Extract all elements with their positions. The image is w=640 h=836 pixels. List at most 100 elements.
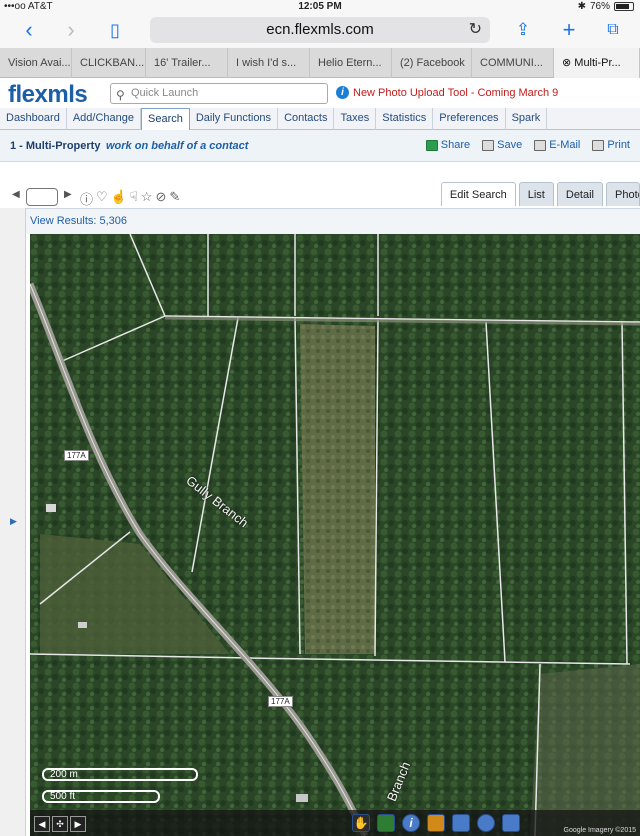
clearing-area — [300, 324, 375, 654]
prev-record-icon[interactable]: ◀ — [12, 189, 20, 200]
favorite-icon[interactable]: ♡ — [96, 189, 108, 208]
menu-taxes[interactable]: Taxes — [334, 108, 377, 130]
print-label: Print — [607, 139, 630, 151]
save-button[interactable]: Save — [482, 139, 522, 151]
search-subheader: 1 - Multi-Property work on behalf of a c… — [0, 130, 640, 162]
menu-daily-functions[interactable]: Daily Functions — [190, 108, 279, 130]
building — [46, 504, 56, 512]
save-icon — [482, 139, 495, 151]
browser-tab[interactable]: Vision Avai... — [0, 48, 72, 78]
tab-edit-search[interactable]: Edit Search — [440, 182, 516, 206]
search-title: 1 - Multi-Property — [10, 140, 101, 152]
record-number-input[interactable] — [26, 188, 58, 206]
back-button[interactable]: ‹ — [16, 18, 42, 44]
action-links: Share Save E-Mail Print — [425, 139, 630, 151]
menu-contacts[interactable]: Contacts — [278, 108, 335, 130]
draw-line-icon[interactable] — [427, 814, 445, 832]
tab-detail[interactable]: Detail — [556, 182, 603, 206]
next-record-icon[interactable]: ▶ — [64, 189, 72, 200]
flexmls-logo[interactable]: flexmls — [8, 81, 88, 109]
menu-preferences[interactable]: Preferences — [433, 108, 506, 130]
address-bar[interactable]: ecn.flexmls.com ↻ — [150, 17, 490, 43]
sidebar-collapsed: ▶ — [0, 208, 26, 836]
share-label: Share — [440, 139, 471, 151]
quick-launch-placeholder: Quick Launch — [131, 87, 199, 99]
star-icon[interactable]: ☆ — [141, 189, 153, 208]
road-label: 177A — [268, 696, 293, 707]
browser-tab[interactable]: COMMUNI... — [472, 48, 554, 78]
menu-dashboard[interactable]: Dashboard — [0, 108, 67, 130]
announcement[interactable]: i New Photo Upload Tool - Coming March 9 — [336, 86, 558, 99]
building — [78, 622, 87, 628]
edit-icon[interactable]: ✎ — [169, 189, 180, 208]
thumbs-down-icon[interactable]: ☟ — [130, 189, 138, 208]
menu-statistics[interactable]: Statistics — [376, 108, 434, 130]
browser-tab[interactable]: CLICKBAN... — [72, 48, 146, 78]
clock: 12:05 PM — [298, 1, 342, 12]
expand-sidebar-icon[interactable]: ▶ — [10, 516, 17, 527]
active-tab-label: Multi-Pr... — [574, 57, 621, 69]
result-controls: ◀ ▶ ⓘ ♡ ☝ ☟ ☆ ⊘ ✎ Edit Search List Detai… — [0, 180, 640, 208]
map-toolbar: ◀ ✣ ▶ ✋ i Google Imagery ©2015 — [30, 810, 640, 836]
map-info-icon[interactable]: i — [402, 814, 420, 832]
menu-spark[interactable]: Spark — [506, 108, 548, 130]
browser-tab[interactable]: 16' Trailer... — [146, 48, 228, 78]
tab-photo[interactable]: Photo — [606, 182, 640, 206]
menu-search[interactable]: Search — [141, 108, 190, 130]
results-bar: View Results: 5,306 — [0, 208, 640, 234]
view-tabs: Edit Search List Detail Photo — [440, 182, 640, 206]
save-label: Save — [497, 139, 523, 151]
new-tab-icon[interactable]: + — [556, 18, 582, 44]
email-button[interactable]: E-Mail — [534, 139, 580, 151]
browser-tab[interactable]: Helio Etern... — [310, 48, 392, 78]
ios-status-bar: •••oo AT&T 12:05 PM ✱ 76% — [0, 0, 640, 14]
browser-tab[interactable]: (2) Facebook — [392, 48, 472, 78]
block-icon[interactable]: ⊘ — [155, 189, 166, 208]
bluetooth-icon: ✱ — [577, 1, 586, 12]
map-imagery — [30, 234, 640, 836]
scale-bar-metric: 200 m — [42, 768, 198, 781]
battery-icon — [614, 2, 634, 11]
view-results-link[interactable]: View Results: 5,306 — [30, 215, 127, 227]
road-label: 177A — [64, 450, 89, 461]
hand-pan-icon[interactable]: ✋ — [352, 814, 370, 832]
info-icon[interactable]: ⓘ — [80, 189, 93, 208]
fit-extent-icon[interactable]: ✣ — [52, 816, 68, 832]
bookmarks-icon[interactable]: ▯ — [102, 18, 128, 44]
draw-rectangle-icon[interactable] — [452, 814, 470, 832]
main-menu: Dashboard Add/Change Search Daily Functi… — [0, 108, 640, 130]
forward-button[interactable]: › — [58, 18, 84, 44]
app-header: flexmls ⚲ Quick Launch i New Photo Uploa… — [0, 78, 640, 108]
pan-left-icon[interactable]: ◀ — [34, 816, 50, 832]
battery-percent: 76% — [589, 1, 610, 12]
share-icon — [425, 139, 438, 151]
draw-polygon-icon[interactable] — [502, 814, 520, 832]
close-tab-icon[interactable]: ⊗ — [562, 57, 574, 69]
contact-link[interactable]: work on behalf of a contact — [106, 140, 248, 152]
reload-icon[interactable]: ↻ — [469, 17, 482, 43]
map-copyright: Google Imagery ©2015 — [563, 827, 636, 834]
browser-tab[interactable]: I wish I'd s... — [228, 48, 310, 78]
tab-list[interactable]: List — [518, 182, 554, 206]
building — [296, 794, 308, 802]
map-pan-controls: ◀ ✣ ▶ — [34, 816, 86, 832]
thumbs-up-icon[interactable]: ☝ — [111, 189, 127, 208]
select-area-icon[interactable] — [377, 814, 395, 832]
tabs-overview-icon[interactable]: ⧉ — [600, 18, 626, 44]
browser-toolbar: ‹ › ▯ ecn.flexmls.com ↻ ⇪ + ⧉ — [0, 14, 640, 48]
search-icon: ⚲ — [116, 88, 125, 102]
record-tools: ⓘ ♡ ☝ ☟ ☆ ⊘ ✎ — [80, 189, 180, 208]
menu-add-change[interactable]: Add/Change — [67, 108, 141, 130]
share-icon[interactable]: ⇪ — [510, 18, 536, 44]
announcement-text: New Photo Upload Tool - Coming March 9 — [353, 86, 559, 99]
pan-right-icon[interactable]: ▶ — [70, 816, 86, 832]
share-button[interactable]: Share — [425, 139, 471, 151]
browser-tab-active[interactable]: ⊗ Multi-Pr... — [554, 48, 640, 78]
email-label: E-Mail — [549, 139, 581, 151]
quick-launch-input[interactable]: ⚲ Quick Launch — [110, 83, 328, 104]
draw-circle-icon[interactable] — [477, 814, 495, 832]
info-icon: i — [336, 86, 349, 99]
browser-tab-strip: Vision Avai... CLICKBAN... 16' Trailer..… — [0, 48, 640, 78]
satellite-map[interactable]: 177A 177A Gully Branch Branch 200 m 500 … — [30, 234, 640, 836]
print-button[interactable]: Print — [592, 139, 630, 151]
